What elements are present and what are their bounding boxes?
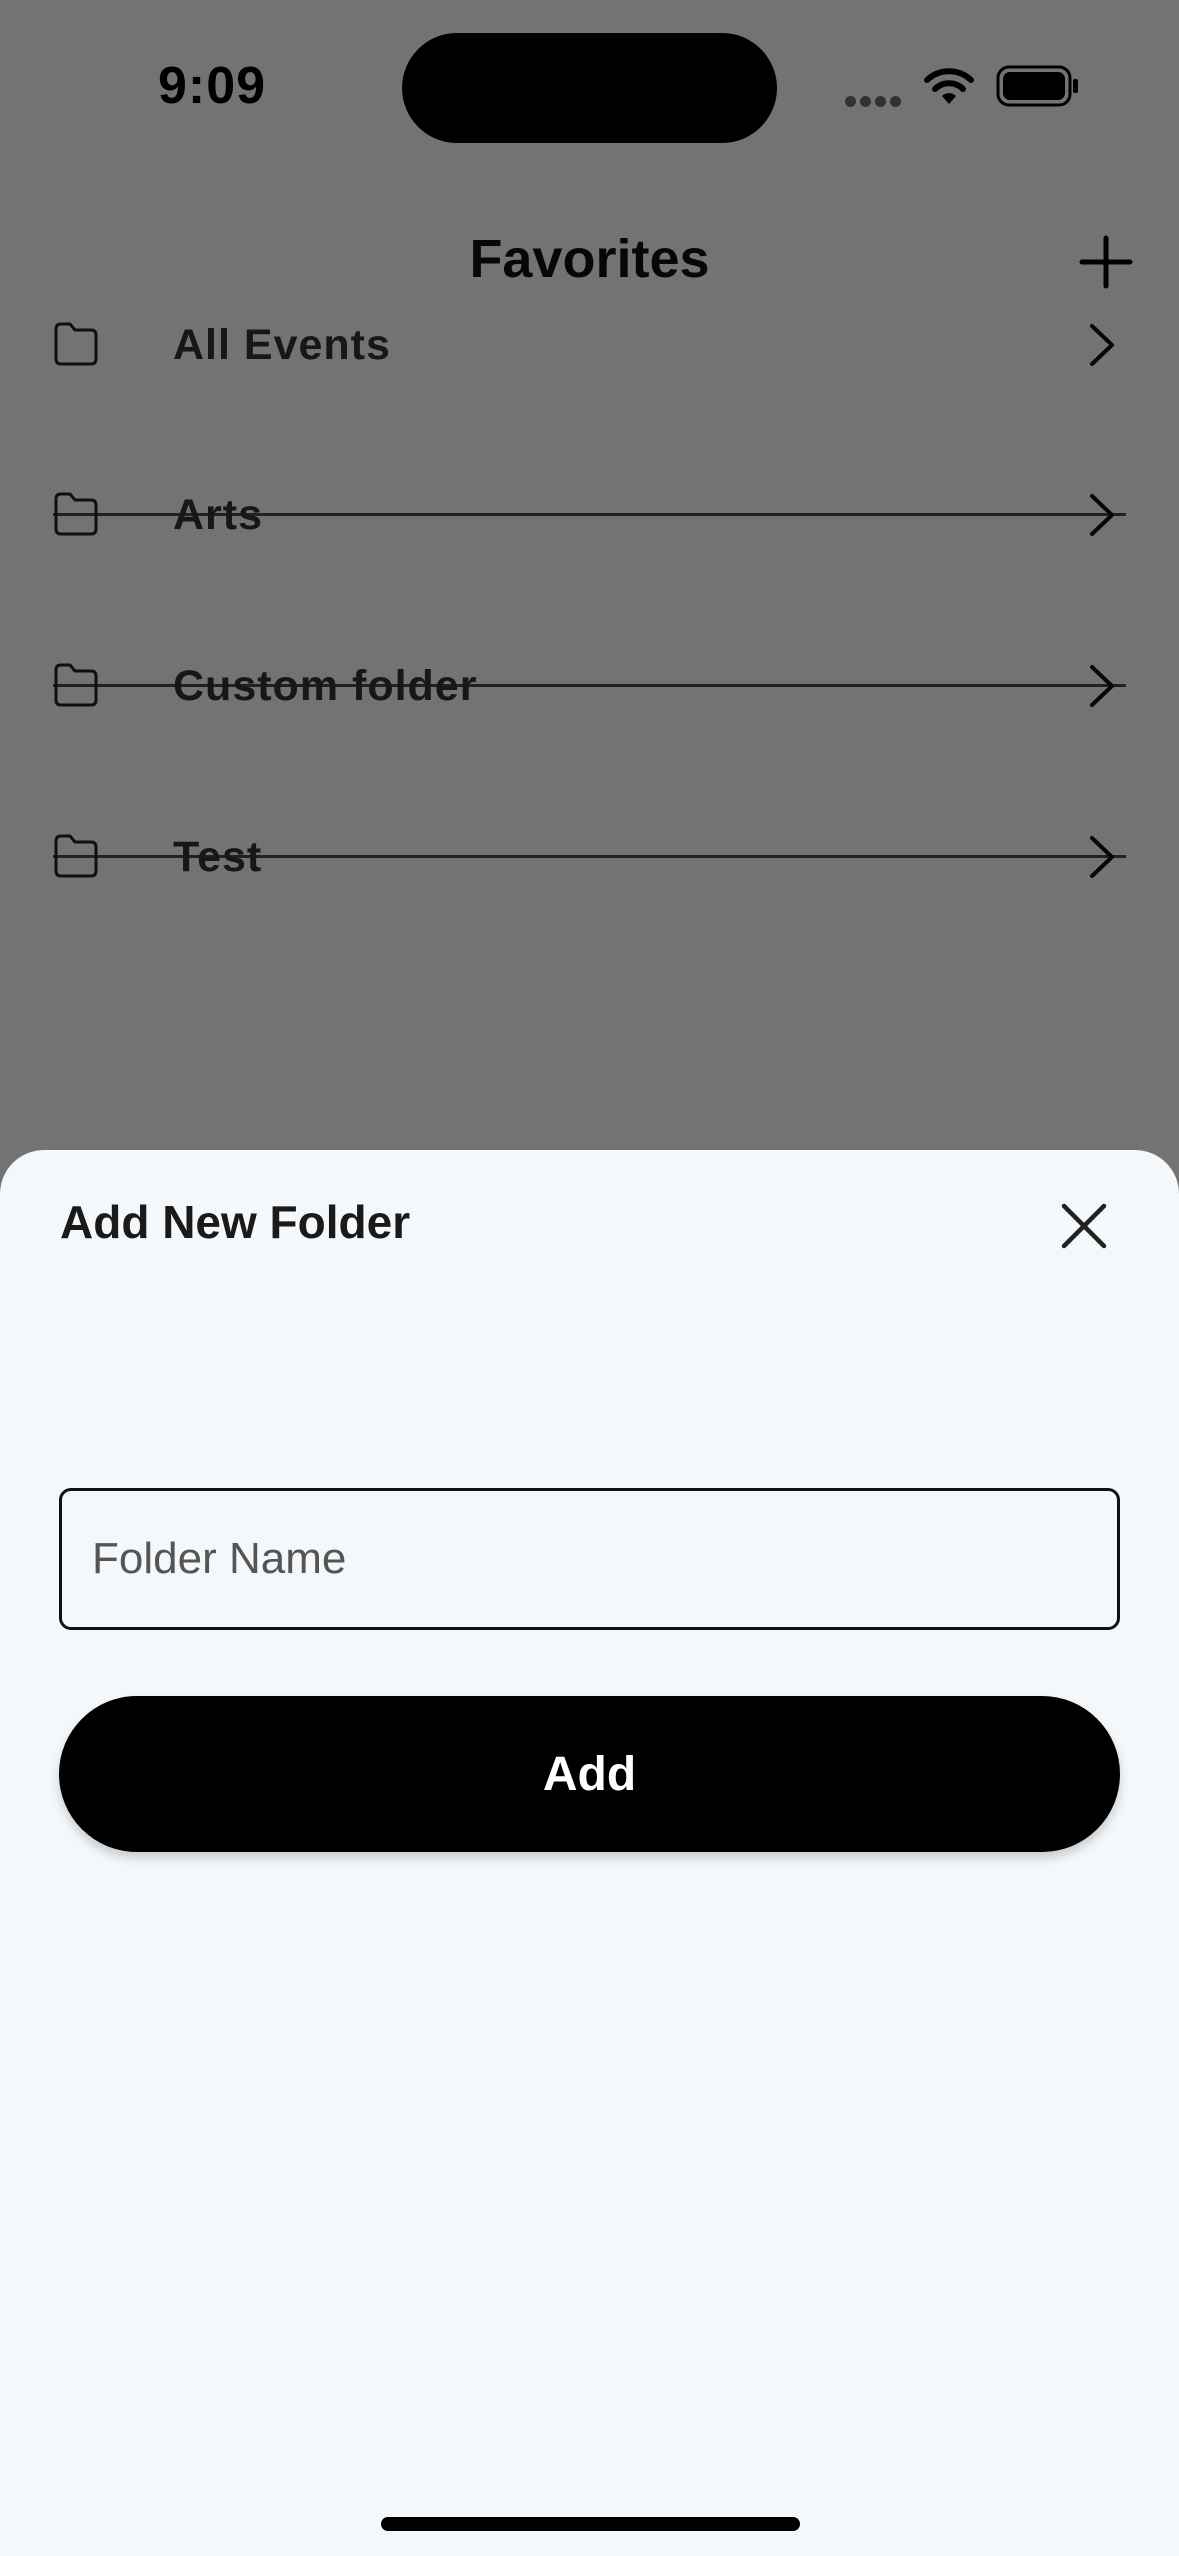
screen: 9:09 Favorites All Events Arts Custom fo…: [0, 0, 1179, 2556]
wifi-icon: [924, 68, 974, 104]
folder-icon: [54, 322, 98, 366]
folder-label: All Events: [173, 321, 391, 369]
folder-icon: [54, 834, 98, 878]
folder-row-all-events[interactable]: All Events: [0, 260, 1179, 430]
cellular-signal-icon: [845, 94, 905, 112]
status-time: 9:09: [158, 57, 267, 115]
folder-row-test[interactable]: Test: [0, 772, 1179, 942]
chevron-right-icon: [1090, 836, 1114, 878]
chevron-right-icon: [1090, 324, 1114, 366]
battery-icon: [996, 65, 1078, 107]
folder-icon: [54, 492, 98, 536]
folder-row-custom-folder[interactable]: Custom folder: [0, 601, 1179, 771]
chevron-right-icon: [1090, 665, 1114, 707]
close-icon[interactable]: [1058, 1200, 1110, 1252]
folder-label: Arts: [173, 491, 264, 539]
folder-label: Test: [173, 833, 263, 881]
folder-icon: [54, 663, 98, 707]
chevron-right-icon: [1090, 494, 1114, 536]
folder-name-input[interactable]: [59, 1488, 1120, 1630]
add-button[interactable]: Add: [59, 1696, 1120, 1852]
folder-label: Custom folder: [173, 662, 478, 710]
dynamic-island: [402, 33, 777, 143]
add-folder-sheet: Add New Folder Add: [0, 1150, 1179, 2556]
sheet-title: Add New Folder: [60, 1196, 411, 1248]
home-indicator: [381, 2517, 800, 2531]
folder-row-arts[interactable]: Arts: [0, 430, 1179, 600]
